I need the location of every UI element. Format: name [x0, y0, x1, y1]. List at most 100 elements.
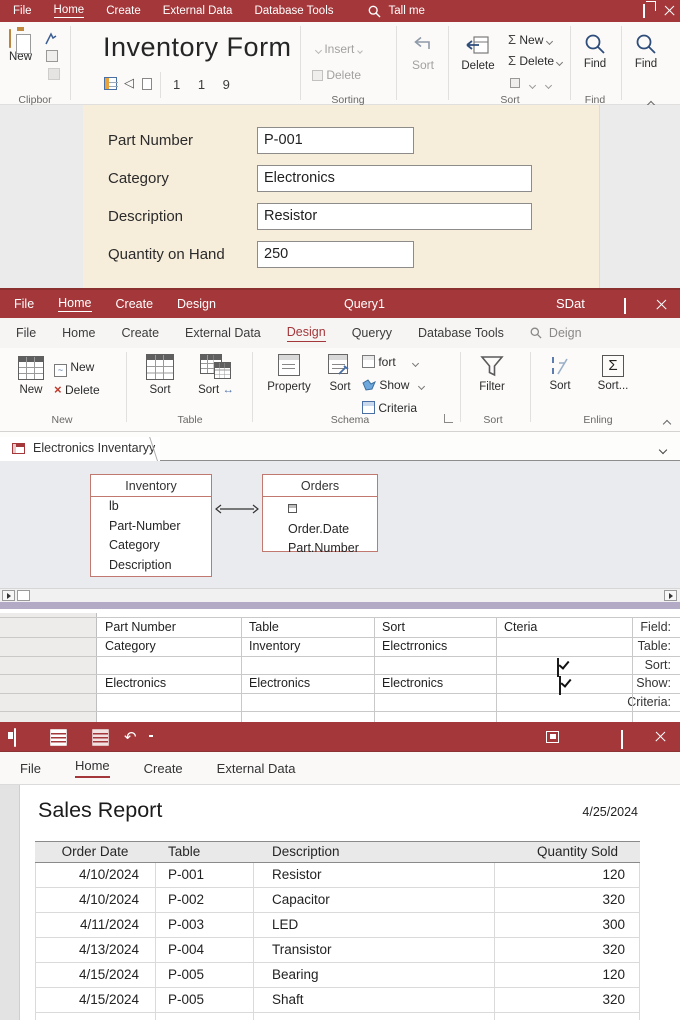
delete-button-disabled[interactable]: Delete: [312, 68, 361, 82]
find-button-2[interactable]: Find: [627, 33, 665, 70]
menu-home[interactable]: Home: [58, 296, 92, 313]
table-card-inventory[interactable]: Inventory lb Part-Number Category Descri…: [90, 474, 212, 577]
new-record-button[interactable]: New: [9, 29, 32, 63]
column-header[interactable]: Order Date: [35, 842, 155, 862]
document-icon[interactable]: [50, 729, 67, 746]
datasheet-icon[interactable]: [104, 77, 118, 90]
scroll-left-button[interactable]: [2, 590, 15, 601]
tell-me-label[interactable]: Deign: [549, 326, 582, 340]
property-button[interactable]: Property: [264, 354, 314, 393]
menu-home[interactable]: Home: [62, 326, 95, 340]
menu-external-data[interactable]: External Data: [217, 761, 296, 776]
tab-list-chevron[interactable]: [658, 440, 668, 458]
table-row[interactable]: 4/10/2024 P-001 Resistor 120: [35, 863, 640, 888]
part-number-input[interactable]: P-001: [257, 127, 414, 154]
ending-sort-button-1[interactable]: Sort: [540, 355, 580, 392]
sort-button[interactable]: Sort: [403, 36, 443, 72]
page-icon[interactable]: [142, 78, 152, 90]
brush-icon[interactable]: [48, 68, 60, 80]
restore-button[interactable]: [643, 4, 645, 18]
tell-me-label[interactable]: Tall me: [389, 5, 425, 17]
sum-new-button[interactable]: Σ New: [508, 32, 553, 47]
menu-query[interactable]: Queryy: [352, 326, 392, 340]
grid-cell[interactable]: Electronics: [97, 676, 166, 690]
table-field[interactable]: Part.Number: [263, 539, 377, 559]
menu-design[interactable]: Design: [177, 297, 216, 311]
table-field[interactable]: Order.Date: [263, 520, 377, 540]
sum-delete-button[interactable]: Σ Delete: [508, 53, 564, 68]
schema-sort-button[interactable]: Sort: [320, 354, 360, 393]
object-tab[interactable]: Electronics Inventaryy: [0, 437, 160, 461]
new-big-button[interactable]: New: [12, 356, 50, 396]
copy-icon[interactable]: [46, 50, 58, 62]
menu-home[interactable]: Home: [53, 4, 85, 19]
dialog-launcher-icon[interactable]: [444, 414, 453, 423]
grid-cell[interactable]: Part Number: [97, 620, 176, 634]
table-row[interactable]: 4/10/2024 P-002 Capacitor 320: [35, 888, 640, 913]
column-header[interactable]: Quantity Sold: [494, 842, 618, 862]
maximize-button[interactable]: [621, 730, 623, 749]
menu-file[interactable]: File: [16, 326, 36, 340]
delete-small-button[interactable]: × Delete: [54, 382, 100, 397]
table-card-orders[interactable]: Orders Order.Date Part.Number: [262, 474, 378, 555]
menu-file[interactable]: File: [20, 761, 41, 776]
search-icon[interactable]: [368, 5, 381, 18]
criteria-button[interactable]: Criteria: [362, 401, 417, 415]
table-sort-button-2[interactable]: Sort ↔: [190, 354, 242, 396]
new-small-button[interactable]: ~ New: [54, 360, 94, 377]
menu-create[interactable]: Create: [106, 5, 141, 17]
scroll-right-button[interactable]: [664, 590, 677, 601]
ending-sort-button-2[interactable]: Σ Sort...: [590, 355, 636, 392]
table-field[interactable]: Part-Number: [91, 517, 211, 537]
menu-database-tools[interactable]: Database Tools: [418, 326, 504, 340]
table-sort-button-1[interactable]: Sort: [140, 354, 180, 396]
menu-create[interactable]: Create: [144, 761, 183, 776]
category-input[interactable]: Electronics: [257, 165, 532, 192]
more-options-button[interactable]: [510, 75, 552, 93]
filter-button[interactable]: Filter: [470, 355, 514, 393]
table-field[interactable]: lb: [91, 497, 211, 517]
undo-icon[interactable]: ↶: [124, 728, 137, 746]
menu-design-active[interactable]: Design: [286, 325, 326, 342]
delete-big-button[interactable]: Delete: [455, 34, 501, 72]
grid-cell[interactable]: Electronics: [241, 676, 310, 690]
menu-create[interactable]: Create: [122, 326, 160, 340]
menu-file[interactable]: File: [13, 5, 32, 17]
grid-cell[interactable]: Inventory: [241, 639, 300, 653]
undo-dropdown-icon[interactable]: [149, 735, 153, 737]
menu-create[interactable]: Create: [116, 297, 154, 311]
menu-file[interactable]: File: [14, 297, 34, 311]
grid-cell[interactable]: Table: [241, 620, 279, 634]
table-field[interactable]: Description: [91, 556, 211, 576]
document-icon-2[interactable]: [92, 729, 109, 746]
quantity-input[interactable]: 250: [257, 241, 414, 268]
menu-external-data[interactable]: External Data: [163, 5, 233, 17]
grid-cell[interactable]: Electrronics: [374, 639, 447, 653]
table-field[interactable]: Category: [91, 536, 211, 556]
table-row[interactable]: 4/15/2024 P-005 Bearing 120: [35, 963, 640, 988]
table-row[interactable]: 4/15/2024 P-005 Shaft 320: [35, 988, 640, 1013]
menu-home-active[interactable]: Home: [74, 758, 110, 778]
column-header[interactable]: Table: [168, 842, 200, 862]
grid-cell[interactable]: Cteria: [496, 620, 537, 634]
scrollbar-thumb[interactable]: [17, 590, 30, 601]
show-checkbox[interactable]: [557, 658, 559, 677]
column-header[interactable]: Description: [272, 842, 340, 862]
menu-database-tools[interactable]: Database Tools: [254, 5, 333, 17]
grid-cell[interactable]: Electronics: [374, 676, 443, 690]
grid-cell[interactable]: Category: [97, 639, 156, 653]
find-button[interactable]: Find: [576, 33, 614, 70]
description-input[interactable]: Resistor: [257, 203, 532, 230]
collapse-ribbon-chevron[interactable]: [662, 414, 672, 432]
horizontal-scrollbar[interactable]: [0, 588, 680, 602]
switch-view-icon[interactable]: [546, 731, 559, 743]
grid-cell[interactable]: Sort: [374, 620, 405, 634]
table-row[interactable]: 4/13/2024 P-004 Transistor 320: [35, 938, 640, 963]
table-row[interactable]: 4/11/2024 P-003 LED 300: [35, 913, 640, 938]
insert-button[interactable]: Insert: [314, 42, 363, 56]
format-painter-icon[interactable]: [44, 32, 58, 46]
fort-button[interactable]: fort: [362, 355, 420, 369]
show-button[interactable]: Show: [362, 378, 425, 392]
previous-record-icon[interactable]: ◁: [124, 75, 134, 91]
maximize-button[interactable]: [624, 298, 626, 314]
